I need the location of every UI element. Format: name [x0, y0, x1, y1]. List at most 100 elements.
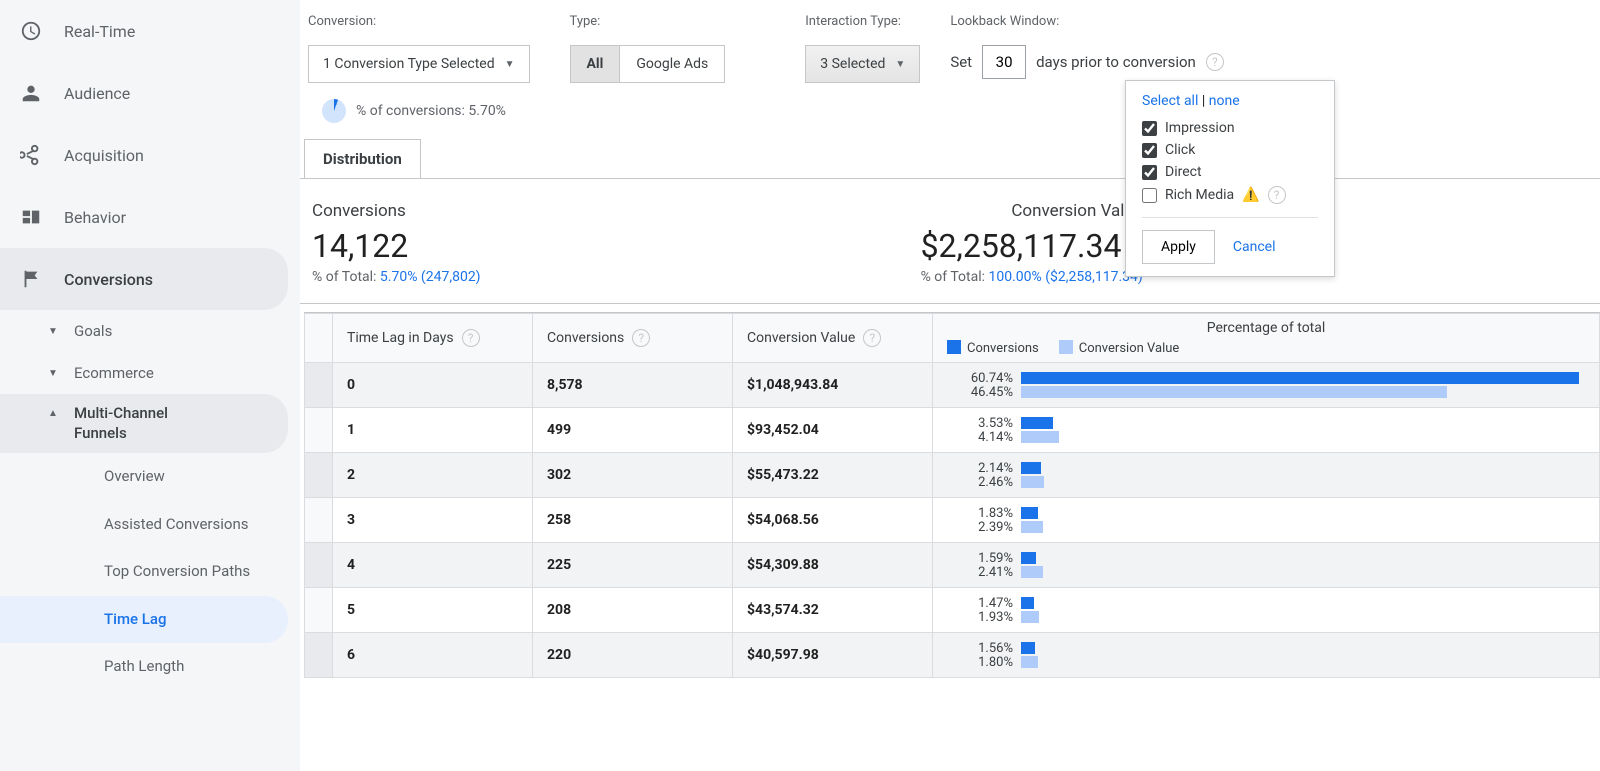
table-row: 2302$55,473.222.14%2.46%: [305, 453, 1600, 498]
subnav-mcf[interactable]: ▲ Multi-Channel Funnels: [0, 404, 288, 443]
leaf-assisted[interactable]: Assisted Conversions: [104, 501, 254, 549]
cell-percentage: 60.74%46.45%: [933, 363, 1600, 408]
checkbox[interactable]: [1142, 143, 1157, 158]
interaction-dropdown-panel: Select all | none Impression Click DirectR…: [1125, 80, 1335, 277]
help-icon[interactable]: ?: [863, 329, 881, 347]
caret-right-icon: ▼: [48, 368, 74, 379]
type-label: Type:: [570, 14, 726, 29]
interaction-option[interactable]: Direct: [1142, 161, 1318, 183]
summary-value: 14,122: [312, 227, 481, 265]
interaction-option[interactable]: Impression: [1142, 117, 1318, 139]
nav-label: Behavior: [64, 208, 126, 227]
summary-title: Conversion Value: [921, 201, 1143, 221]
legend-label: Conversions: [967, 341, 1039, 356]
subnav-ecommerce[interactable]: ▼Ecommerce: [48, 352, 300, 394]
subnav-mcf-group: ▲ Multi-Channel Funnels: [0, 394, 288, 453]
table-row: 3258$54,068.561.83%2.39%: [305, 498, 1600, 543]
th-index: [305, 314, 333, 363]
nav-acquisition[interactable]: Acquisition: [0, 124, 300, 186]
cancel-link[interactable]: Cancel: [1233, 239, 1276, 255]
legend-label: Conversion Value: [1079, 341, 1180, 356]
summary-sub-prefix: % of Total:: [312, 269, 380, 285]
tab-distribution[interactable]: Distribution: [304, 139, 421, 178]
interaction-option[interactable]: Rich Media ⚠️ ?: [1142, 183, 1318, 207]
select-none-link[interactable]: none: [1209, 93, 1240, 109]
leaf-timelag[interactable]: Time Lag: [0, 596, 288, 644]
help-icon[interactable]: ?: [1268, 186, 1286, 204]
clock-icon: [20, 20, 42, 42]
table-row: 5208$43,574.321.47%1.93%: [305, 588, 1600, 633]
cell-day: 3: [333, 498, 533, 543]
help-icon[interactable]: ?: [632, 329, 650, 347]
cell-value: $54,309.88: [733, 543, 933, 588]
legend-swatch-conversions: [947, 340, 961, 354]
option-label: Impression: [1165, 120, 1235, 136]
checkbox[interactable]: [1142, 165, 1157, 180]
interaction-option[interactable]: Click: [1142, 139, 1318, 161]
checkbox[interactable]: [1142, 188, 1157, 203]
summary-sub-link[interactable]: 5.70% (247,802): [380, 269, 481, 285]
chevron-down-icon: ▼: [895, 59, 905, 70]
type-all-button[interactable]: All: [571, 46, 621, 82]
separator: |: [1202, 93, 1209, 109]
cell-conversions: 499: [533, 408, 733, 453]
nav-behavior[interactable]: Behavior: [0, 186, 300, 248]
conversion-dropdown[interactable]: 1 Conversion Type Selected ▼: [308, 45, 530, 83]
option-label: Click: [1165, 142, 1195, 158]
cell-value: $55,473.22: [733, 453, 933, 498]
subnav-goals[interactable]: ▼Goals: [48, 310, 300, 352]
cell-percentage: 1.56%1.80%: [933, 633, 1600, 678]
cell-percentage: 2.14%2.46%: [933, 453, 1600, 498]
th-conversions[interactable]: Conversions?: [533, 314, 733, 363]
lookback-set-text: Set: [950, 53, 972, 71]
summary-sub-prefix: % of Total:: [921, 269, 989, 285]
leaf-overview[interactable]: Overview: [104, 453, 300, 501]
apply-button[interactable]: Apply: [1142, 230, 1215, 264]
table-row: 4225$54,309.881.59%2.41%: [305, 543, 1600, 588]
table-row: 6220$40,597.981.56%1.80%: [305, 633, 1600, 678]
row-index: [305, 408, 333, 453]
nav-realtime[interactable]: Real-Time: [0, 0, 300, 62]
nav-conversions[interactable]: Conversions: [0, 248, 288, 310]
row-index: [305, 363, 333, 408]
help-icon[interactable]: ?: [462, 329, 480, 347]
cell-day: 4: [333, 543, 533, 588]
legend-swatch-value: [1059, 340, 1073, 354]
warning-icon: ⚠️: [1242, 187, 1259, 203]
nav-label: Audience: [64, 84, 130, 103]
cell-day: 1: [333, 408, 533, 453]
th-conversion-value[interactable]: Conversion Value?: [733, 314, 933, 363]
type-google-button[interactable]: Google Ads: [620, 46, 724, 82]
summary-sub-link[interactable]: 100.00% ($2,258,117.34): [988, 269, 1142, 285]
nav-label: Conversions: [64, 270, 153, 289]
cell-conversions: 220: [533, 633, 733, 678]
interaction-dropdown[interactable]: 3 Selected ▼: [805, 45, 920, 83]
summary-conversion-value: Conversion Value $2,258,117.34 % of Tota…: [921, 201, 1143, 285]
help-icon[interactable]: ?: [1206, 53, 1224, 71]
cell-day: 2: [333, 453, 533, 498]
th-timelag[interactable]: Time Lag in Days?: [333, 314, 533, 363]
cell-percentage: 3.53%4.14%: [933, 408, 1600, 453]
caret-right-icon: ▼: [48, 326, 74, 337]
pie-icon: [322, 99, 346, 123]
lookback-suffix: days prior to conversion: [1036, 53, 1196, 71]
select-all-link[interactable]: Select all: [1142, 93, 1198, 109]
pct-conversions-text: % of conversions: 5.70%: [356, 103, 506, 119]
lookback-days-input[interactable]: [982, 45, 1026, 79]
cell-value: $54,068.56: [733, 498, 933, 543]
dropdown-value: 1 Conversion Type Selected: [323, 56, 495, 72]
cell-value: $1,048,943.84: [733, 363, 933, 408]
subnav-label: Ecommerce: [74, 364, 154, 382]
table-row: 08,578$1,048,943.8460.74%46.45%: [305, 363, 1600, 408]
cell-percentage: 1.83%2.39%: [933, 498, 1600, 543]
checkbox[interactable]: [1142, 121, 1157, 136]
th-percentage: Percentage of total Conversions Conversi…: [933, 314, 1600, 363]
leaf-toppaths[interactable]: Top Conversion Paths: [104, 548, 254, 596]
cell-day: 6: [333, 633, 533, 678]
table-row: 1499$93,452.043.53%4.14%: [305, 408, 1600, 453]
nav-audience[interactable]: Audience: [0, 62, 300, 124]
chevron-down-icon: ▼: [505, 59, 515, 70]
leaf-pathlength[interactable]: Path Length: [104, 643, 300, 691]
cell-value: $43,574.32: [733, 588, 933, 633]
summary-title: Conversions: [312, 201, 481, 221]
